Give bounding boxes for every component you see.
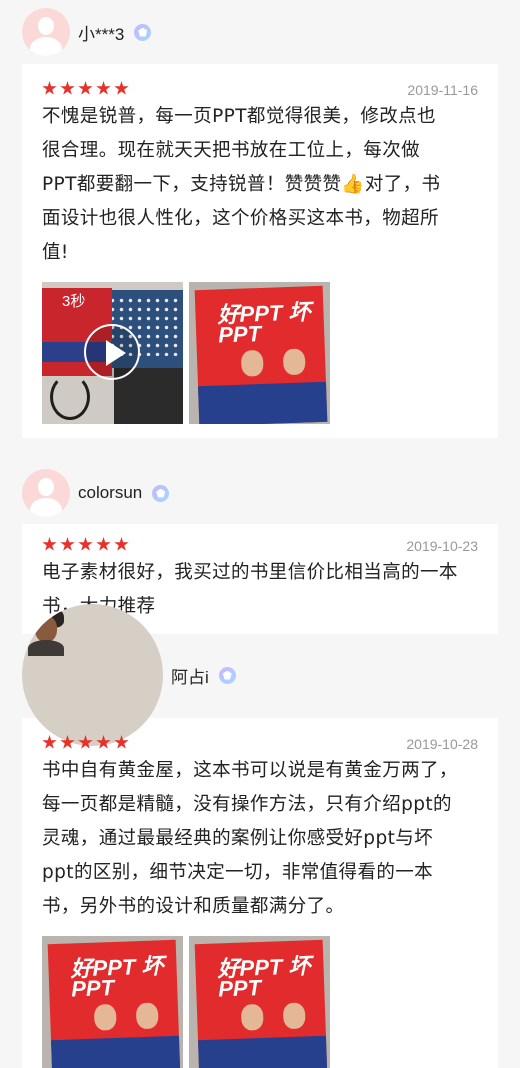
review-text-line: 很合理。现在就天天把书放在工位上，每次做 (42, 140, 421, 161)
star-icon (78, 81, 93, 95)
review-text-line: PPT都要翻一下，支持锐普！赞赞赞👍对了，书 (42, 174, 441, 195)
author-face (282, 1002, 306, 1030)
avatar[interactable] (22, 469, 70, 517)
avatar-head (38, 478, 54, 496)
avatar-head (38, 17, 54, 35)
avatar-shoulders (30, 37, 62, 56)
review-text-line: 每一页都是精髓，没有操作方法，只有介绍ppt的 (42, 794, 452, 815)
author-face (240, 349, 264, 377)
book-cover-band (198, 381, 328, 424)
avatar-face (35, 616, 57, 642)
review-card: 2019-10-28 书中自有黄金屋，这本书可以说是有黄金万两了， 每一页都是精… (22, 718, 498, 1068)
star-icon (96, 537, 111, 551)
star-icon (60, 81, 75, 95)
star-icon (78, 537, 93, 551)
book-cover-title: 好PPT 坏PPT (217, 299, 311, 348)
username[interactable]: colorsun (78, 483, 142, 503)
username[interactable]: 小***3 (78, 20, 124, 45)
review-text-line: 灵魂，通过最最经典的案例让你感受好ppt与坏 (42, 828, 434, 849)
avatar-shoulders (30, 498, 62, 517)
review-meta: 2019-11-16 (42, 64, 478, 98)
review-meta: 2019-10-23 (42, 524, 478, 554)
star-icon (42, 537, 57, 551)
review-photo[interactable]: 好PPT 坏PPT (42, 936, 183, 1068)
user-row: colorsun (0, 462, 520, 524)
cable-shape (50, 374, 90, 420)
review-item: 阿占i 2019-10-28 书中自有黄金屋，这本书可以说是有黄金万两了， 每一… (0, 604, 520, 1068)
author-face (240, 1003, 264, 1031)
member-badge-icon (152, 484, 170, 502)
book-cover-band (198, 1035, 328, 1068)
review-card: 2019-11-16 不愧是锐普，每一页PPT都觉得很美，修改点也 很合理。现在… (22, 64, 498, 438)
rating-stars (42, 537, 129, 554)
video-duration: 3秒 (62, 293, 86, 310)
star-icon (42, 81, 57, 95)
review-video-thumbnail[interactable]: 3秒 (42, 282, 183, 424)
book-cover-title: 好PPT 坏PPT (70, 953, 164, 1002)
book-cover-title: 好PPT 坏PPT (217, 953, 311, 1002)
author-face (135, 1002, 159, 1030)
review-text: 书中自有黄金屋，这本书可以说是有黄金万两了， 每一页都是精髓，没有操作方法，只有… (42, 754, 478, 924)
book-cover: 好PPT 坏PPT (194, 939, 328, 1068)
user-row: 小***3 (0, 0, 520, 64)
star-icon (114, 81, 129, 95)
review-item: 小***3 2019-11-16 不愧是锐普，每一页PPT都觉得很美，修改点也 … (0, 0, 520, 438)
book-cover: 好PPT 坏PPT (47, 939, 181, 1068)
review-text-line: ppt的区别，细节决定一切，非常值得看的一本 (42, 862, 434, 883)
avatar[interactable] (22, 8, 70, 56)
review-text-line: 面设计也很人性化，这个价格买这本书，物超所 (42, 208, 439, 229)
star-icon (42, 735, 57, 749)
avatar-shirt (28, 640, 64, 656)
star-icon (60, 537, 75, 551)
book-cover-band (51, 1035, 181, 1068)
avatar[interactable] (22, 604, 163, 746)
review-date: 2019-11-16 (407, 82, 478, 98)
rating-stars (42, 81, 129, 98)
play-icon[interactable] (84, 324, 140, 380)
review-text-line: 电子素材很好，我买过的书里信价比相当高的一本 (42, 562, 458, 583)
review-text: 不愧是锐普，每一页PPT都觉得很美，修改点也 很合理。现在就天天把书放在工位上，… (42, 100, 478, 270)
member-badge-icon (218, 666, 236, 684)
user-row: 阿占i (0, 604, 520, 746)
review-text-line: 书中自有黄金屋，这本书可以说是有黄金万两了， (42, 760, 458, 781)
review-text-line: 书，另外书的设计和质量都满分了。 (42, 896, 345, 917)
review-media: 3秒 好PPT 坏PPT (42, 270, 478, 438)
review-photo[interactable]: 好PPT 坏PPT (189, 936, 330, 1068)
star-icon (114, 537, 129, 551)
username[interactable]: 阿占i (171, 663, 209, 688)
book-cover: 好PPT 坏PPT (194, 285, 328, 424)
review-media: 好PPT 坏PPT 好PPT 坏PPT (42, 924, 478, 1068)
star-icon (96, 81, 111, 95)
author-face (282, 348, 306, 376)
review-date: 2019-10-28 (406, 736, 478, 752)
author-face (93, 1003, 117, 1031)
review-date: 2019-10-23 (406, 538, 478, 554)
review-text-line: 不愧是锐普，每一页PPT都觉得很美，修改点也 (42, 106, 436, 127)
review-photo[interactable]: 好PPT 坏PPT (189, 282, 330, 424)
review-text-line: 值! (42, 242, 69, 263)
member-badge-icon (134, 23, 152, 41)
